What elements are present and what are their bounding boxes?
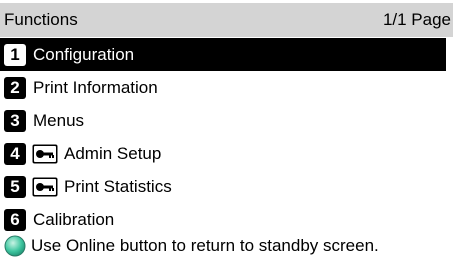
menu-number-badge: 4 [4, 142, 26, 165]
menu-item-label: Menus [33, 110, 85, 130]
menu-item-configuration[interactable]: 1 Configuration [0, 38, 446, 71]
menu-number-badge: 6 [4, 208, 26, 231]
menu-item-print-information[interactable]: 2 Print Information [0, 71, 446, 104]
key-icon [32, 177, 58, 196]
standby-hint-text: Use Online button to return to standby s… [31, 236, 379, 255]
menu-item-label: Print Information [33, 77, 158, 97]
menu-item-label: Configuration [33, 44, 135, 64]
menu-item-calibration[interactable]: 6 Calibration [0, 203, 446, 236]
menu-number-badge: 1 [4, 43, 26, 66]
menu-number-badge: 3 [4, 109, 26, 132]
menu-item-label: Print Statistics [64, 176, 172, 196]
functions-menu: 1 Configuration 2 Print Information 3 Me… [0, 38, 453, 236]
online-button-icon [4, 235, 26, 257]
menu-item-print-statistics[interactable]: 5 Print Statistics [0, 170, 446, 203]
header-bar: Functions 1/1 Page [0, 3, 453, 37]
menu-item-menus[interactable]: 3 Menus [0, 104, 446, 137]
key-icon [32, 144, 58, 163]
page-indicator: 1/1 Page [382, 10, 451, 29]
menu-number-badge: 5 [4, 175, 26, 198]
menu-item-admin-setup[interactable]: 4 Admin Setup [0, 137, 446, 170]
menu-item-label: Admin Setup [64, 143, 162, 163]
menu-item-label: Calibration [33, 209, 115, 229]
printer-panel-screen: Functions 1/1 Page 1 Configuration 2 Pri… [0, 0, 453, 260]
screen-title: Functions [4, 10, 78, 29]
footer-hint: Use Online button to return to standby s… [0, 234, 453, 258]
menu-number-badge: 2 [4, 76, 26, 99]
